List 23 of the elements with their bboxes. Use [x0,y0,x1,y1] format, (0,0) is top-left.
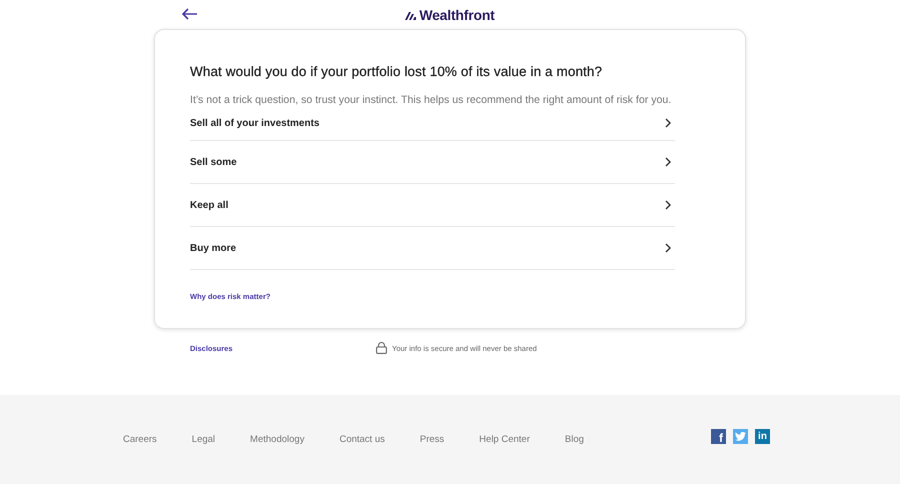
chevron-icon [665,200,671,210]
footer-link[interactable]: Contact us [339,434,385,445]
logo-text: Wealthfront [419,6,495,22]
answer-option[interactable]: Buy more [190,227,675,270]
chevron-icon [665,118,671,128]
footer-link[interactable]: Help Center [479,434,530,445]
question-subtitle: It’s not a trick question, so trust your instinct. This helps us recommend the right amount of risk for you. [190,94,672,106]
footer-link[interactable]: Legal [192,434,216,445]
back-arrow-icon[interactable] [182,8,198,20]
chevron-icon [665,243,671,253]
footer-link[interactable]: Blog [564,434,584,445]
lock-icon [376,342,387,354]
facebook-icon[interactable]: f [711,429,726,444]
answer-option[interactable]: Sell all of your investments [190,106,675,141]
footer-link[interactable]: Methodology [250,434,304,445]
logo-icon [405,10,416,20]
answer-option[interactable]: Sell some [190,141,675,184]
chevron-icon [665,157,671,167]
footer-link[interactable]: Careers [123,434,157,445]
footer-link[interactable]: Press [420,434,444,445]
linkedin-icon[interactable]: in [755,429,770,444]
answer-option[interactable]: Keep all [190,184,675,227]
question-title: What would you do if your portfolio lost 10% of its value in a month? [190,64,604,79]
